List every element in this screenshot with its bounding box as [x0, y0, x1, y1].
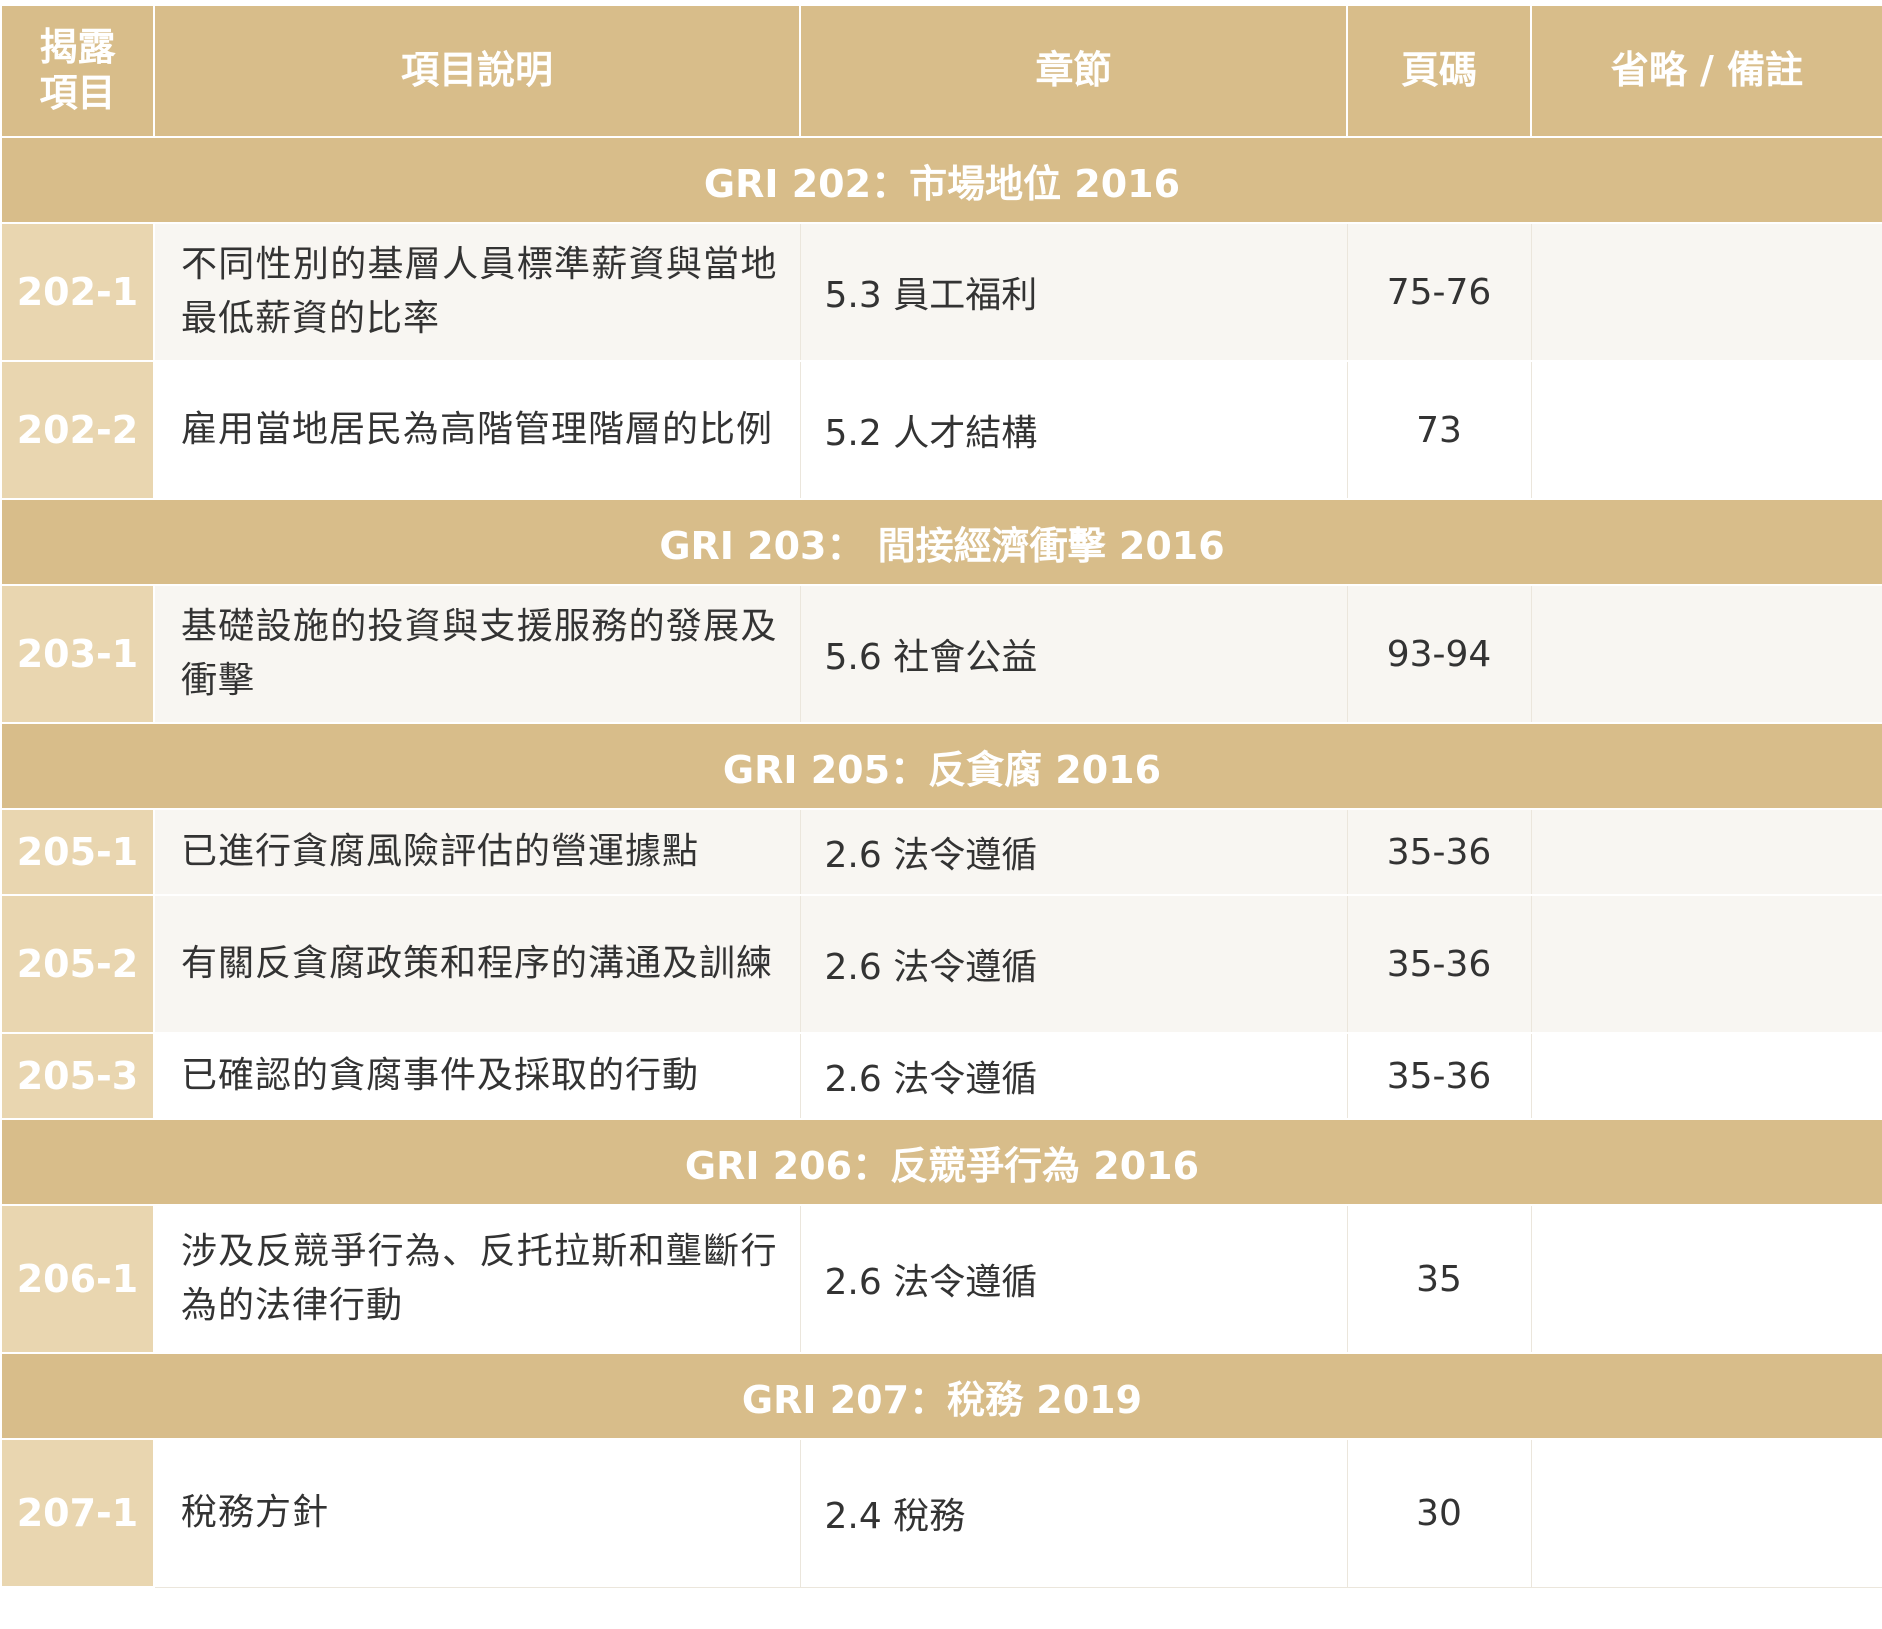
section-row: GRI 203： 間接經濟衝擊 2016	[0, 498, 1882, 586]
table-row: 207-1 稅務方針 2.4 稅務 30	[0, 1438, 1882, 1588]
note-cell	[1530, 584, 1882, 724]
note-cell	[1530, 222, 1882, 362]
note-cell	[1530, 1204, 1882, 1354]
header-chapter: 章節	[799, 4, 1348, 138]
page-cell: 30	[1346, 1438, 1532, 1588]
disclosure-description: 稅務方針	[153, 1438, 801, 1588]
chapter-cell: 5.2 人才結構	[799, 360, 1348, 500]
header-note: 省略 / 備註	[1530, 4, 1882, 138]
disclosure-description: 不同性別的基層人員標準薪資與當地最低薪資的比率	[153, 222, 801, 362]
page-cell: 35-36	[1346, 808, 1532, 896]
header-page: 頁碼	[1346, 4, 1532, 138]
table-row: 205-2 有關反貪腐政策和程序的溝通及訓練 2.6 法令遵循 35-36	[0, 894, 1882, 1034]
section-title: GRI 207：稅務 2019	[0, 1352, 1882, 1440]
disclosure-description: 基礎設施的投資與支援服務的發展及衝擊	[153, 584, 801, 724]
table-row: 202-1 不同性別的基層人員標準薪資與當地最低薪資的比率 5.3 員工福利 7…	[0, 222, 1882, 362]
section-row: GRI 202：市場地位 2016	[0, 136, 1882, 224]
disclosure-description: 已確認的貪腐事件及採取的行動	[153, 1032, 801, 1120]
chapter-cell: 2.6 法令遵循	[799, 1032, 1348, 1120]
disclosure-code: 205-1	[0, 808, 155, 896]
header-row: 揭露 項目 項目說明 章節 頁碼 省略 / 備註	[0, 4, 1882, 138]
section-title: GRI 203： 間接經濟衝擊 2016	[0, 498, 1882, 586]
chapter-cell: 5.6 社會公益	[799, 584, 1348, 724]
disclosure-description: 雇用當地居民為高階管理階層的比例	[153, 360, 801, 500]
table-row: 203-1 基礎設施的投資與支援服務的發展及衝擊 5.6 社會公益 93-94	[0, 584, 1882, 724]
section-title: GRI 202：市場地位 2016	[0, 136, 1882, 224]
table-row: 205-1 已進行貪腐風險評估的營運據點 2.6 法令遵循 35-36	[0, 808, 1882, 896]
table-row: 206-1 涉及反競爭行為、反托拉斯和壟斷行為的法律行動 2.6 法令遵循 35	[0, 1204, 1882, 1354]
disclosure-code: 205-3	[0, 1032, 155, 1120]
chapter-cell: 2.6 法令遵循	[799, 894, 1348, 1034]
disclosure-description: 有關反貪腐政策和程序的溝通及訓練	[153, 894, 801, 1034]
disclosure-code: 205-2	[0, 894, 155, 1034]
note-cell	[1530, 808, 1882, 896]
disclosure-code: 202-1	[0, 222, 155, 362]
header-item: 揭露 項目	[0, 4, 155, 138]
table-row: 205-3 已確認的貪腐事件及採取的行動 2.6 法令遵循 35-36	[0, 1032, 1882, 1120]
header-description: 項目說明	[153, 4, 801, 138]
page-cell: 93-94	[1346, 584, 1532, 724]
note-cell	[1530, 894, 1882, 1034]
disclosure-description: 涉及反競爭行為、反托拉斯和壟斷行為的法律行動	[153, 1204, 801, 1354]
chapter-cell: 2.4 稅務	[799, 1438, 1348, 1588]
page-cell: 75-76	[1346, 222, 1532, 362]
note-cell	[1530, 360, 1882, 500]
note-cell	[1530, 1032, 1882, 1120]
disclosure-code: 206-1	[0, 1204, 155, 1354]
note-cell	[1530, 1438, 1882, 1588]
disclosure-code: 207-1	[0, 1438, 155, 1588]
section-row: GRI 205：反貪腐 2016	[0, 722, 1882, 810]
section-title: GRI 205：反貪腐 2016	[0, 722, 1882, 810]
section-row: GRI 206：反競爭行為 2016	[0, 1118, 1882, 1206]
page-cell: 73	[1346, 360, 1532, 500]
section-row: GRI 207：稅務 2019	[0, 1352, 1882, 1440]
table-row: 202-2 雇用當地居民為高階管理階層的比例 5.2 人才結構 73	[0, 360, 1882, 500]
page-cell: 35	[1346, 1204, 1532, 1354]
disclosure-code: 203-1	[0, 584, 155, 724]
page-cell: 35-36	[1346, 894, 1532, 1034]
gri-index-table: 揭露 項目 項目說明 章節 頁碼 省略 / 備註 GRI 202：市場地位 20…	[0, 4, 1882, 1588]
disclosure-code: 202-2	[0, 360, 155, 500]
chapter-cell: 2.6 法令遵循	[799, 808, 1348, 896]
section-title: GRI 206：反競爭行為 2016	[0, 1118, 1882, 1206]
disclosure-description: 已進行貪腐風險評估的營運據點	[153, 808, 801, 896]
chapter-cell: 5.3 員工福利	[799, 222, 1348, 362]
chapter-cell: 2.6 法令遵循	[799, 1204, 1348, 1354]
page-cell: 35-36	[1346, 1032, 1532, 1120]
